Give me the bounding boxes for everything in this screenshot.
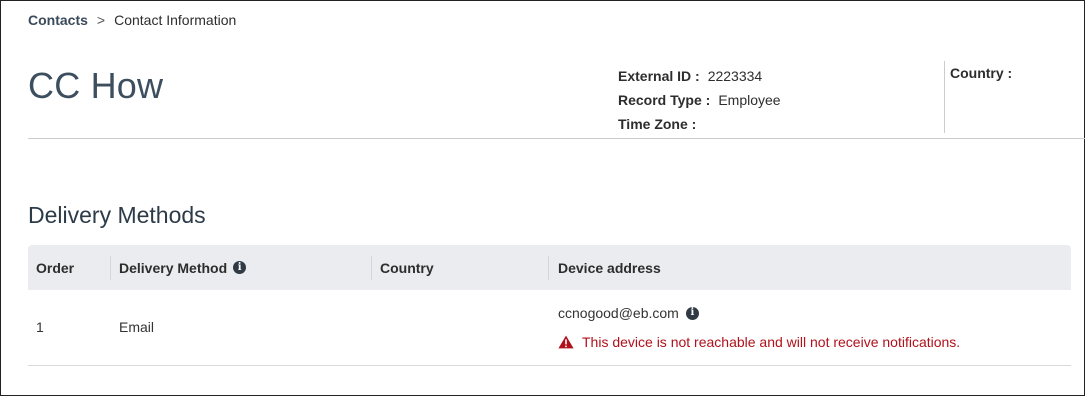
column-header-order-label: Order	[36, 259, 75, 276]
record-type-label: Record Type :	[618, 92, 711, 108]
column-separator	[371, 256, 372, 280]
time-zone-label: Time Zone :	[618, 116, 697, 132]
breadcrumb-separator: >	[96, 12, 106, 28]
breadcrumb-contacts-link[interactable]: Contacts	[28, 12, 88, 28]
info-icon[interactable]: i	[233, 261, 247, 274]
delivery-methods-title: Delivery Methods	[28, 202, 206, 228]
country-row: Country :	[950, 64, 1020, 82]
delivery-methods-table: Order Delivery Method i Country Device a…	[28, 245, 1071, 366]
record-type-value: Employee	[718, 92, 781, 108]
column-header-device-address-label: Device address	[558, 259, 661, 276]
row-delivery-method: Email	[119, 319, 155, 335]
warning-triangle-icon	[558, 335, 574, 349]
column-header-device-address: Device address	[558, 245, 661, 290]
external-id-row: External ID : 2223334	[618, 64, 781, 88]
device-unreachable-warning: This device is not reachable and will no…	[558, 334, 960, 350]
time-zone-row: Time Zone :	[618, 112, 781, 136]
external-id-value: 2223334	[707, 68, 763, 84]
table-header: Order Delivery Method i Country Device a…	[28, 245, 1071, 290]
table-row[interactable]: 1 Email ccnogood@eb.com i This device is…	[28, 290, 1071, 366]
device-address-cell: ccnogood@eb.com i	[558, 305, 699, 321]
contact-information-page: Contacts > Contact Information CC How Ex…	[0, 0, 1085, 396]
column-header-country-label: Country	[380, 259, 434, 276]
column-header-country: Country	[380, 245, 434, 290]
column-separator	[548, 256, 549, 280]
breadcrumb: Contacts > Contact Information	[28, 12, 236, 28]
meta-divider	[944, 61, 945, 133]
column-header-delivery-method: Delivery Method i	[119, 245, 247, 290]
column-separator	[110, 256, 111, 280]
info-icon[interactable]: i	[685, 306, 699, 320]
column-header-delivery-method-label: Delivery Method	[119, 259, 228, 276]
device-address: ccnogood@eb.com	[558, 305, 679, 321]
country-label: Country :	[950, 65, 1013, 81]
warning-message: This device is not reachable and will no…	[582, 334, 961, 350]
breadcrumb-current: Contact Information	[114, 12, 237, 28]
row-order: 1	[36, 319, 44, 335]
page-title: CC How	[28, 65, 164, 106]
record-type-row: Record Type : Employee	[618, 88, 781, 112]
column-header-order: Order	[36, 245, 74, 290]
header-divider	[28, 138, 1085, 139]
external-id-label: External ID :	[618, 68, 700, 84]
contact-meta: External ID : 2223334 Record Type : Empl…	[618, 64, 781, 136]
